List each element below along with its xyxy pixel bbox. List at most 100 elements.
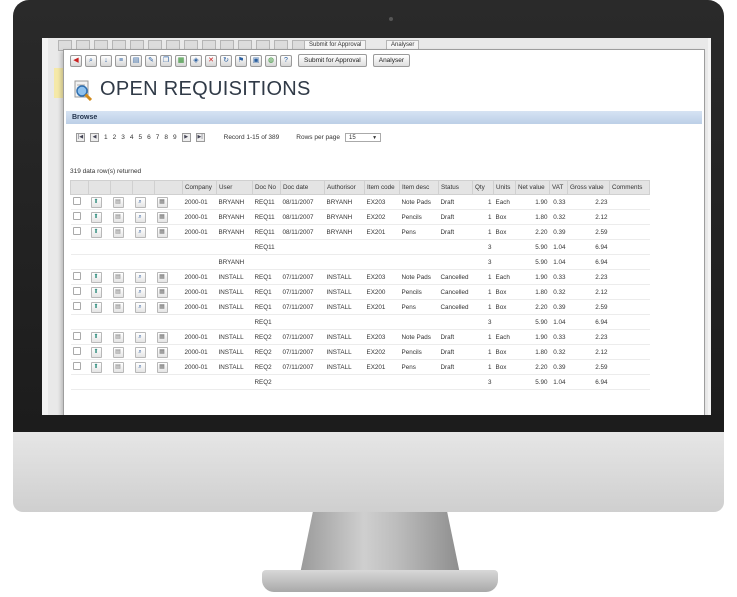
row-checkbox[interactable]: [72, 197, 81, 205]
row-checkbox[interactable]: [72, 287, 81, 295]
refresh-icon[interactable]: ↻: [220, 54, 232, 67]
page-number-link[interactable]: 7: [156, 134, 160, 141]
pin-icon[interactable]: ⬆: [90, 226, 102, 238]
table-row[interactable]: ⬆ ▤ ⌕ ▦ 2000-01 INSTALL REQ2 07/11/2007 INSTALL E…: [70, 359, 650, 375]
page-number-link[interactable]: 3: [121, 134, 125, 141]
magnify-icon[interactable]: ⌕: [134, 286, 146, 298]
image-icon[interactable]: ▦: [156, 361, 168, 373]
column-header-vat[interactable]: VAT: [549, 180, 568, 195]
magnify-icon[interactable]: ⌕: [134, 211, 146, 223]
document-icon[interactable]: ▤: [112, 226, 124, 238]
magnify-icon[interactable]: ⌕: [134, 346, 146, 358]
image-icon[interactable]: ▦: [156, 331, 168, 343]
magnify-icon[interactable]: ⌕: [134, 271, 146, 283]
column-header-gross-value[interactable]: Gross value: [567, 180, 610, 195]
row-checkbox[interactable]: [72, 347, 81, 355]
column-header-company[interactable]: Company: [182, 180, 217, 195]
table-row[interactable]: ⬆ ▤ ⌕ ▦ 2000-01 INSTALL REQ1 07/11/2007 INSTALL E…: [70, 269, 650, 285]
column-header-qty[interactable]: Qty: [472, 180, 494, 195]
edit-icon[interactable]: ✎: [145, 54, 157, 67]
document-icon[interactable]: ▤: [112, 331, 124, 343]
magnify-icon[interactable]: ⌕: [134, 196, 146, 208]
image-icon[interactable]: ▦: [156, 286, 168, 298]
document-icon[interactable]: ▤: [112, 271, 124, 283]
cell-code: EX202: [364, 209, 400, 225]
magnify-icon[interactable]: ⌕: [134, 226, 146, 238]
column-header-authorisor[interactable]: Authorisor: [324, 180, 365, 195]
row-checkbox[interactable]: [72, 272, 81, 280]
report-icon[interactable]: ▣: [250, 54, 262, 67]
column-header-net-value[interactable]: Net value: [515, 180, 550, 195]
pin-icon[interactable]: ⬆: [90, 196, 102, 208]
pin-icon[interactable]: ⬆: [90, 286, 102, 298]
table-row[interactable]: ⬆ ▤ ⌕ ▦ 2000-01 INSTALL REQ1 07/11/2007 INSTALL E…: [70, 284, 650, 300]
pin-icon[interactable]: ⬆: [90, 361, 102, 373]
submit-for-approval-button[interactable]: Submit for Approval: [298, 54, 367, 67]
table-row[interactable]: ⬆ ▤ ⌕ ▦ 2000-01 BRYANH REQ11 08/11/2007 BRYANH EX…: [70, 209, 650, 225]
last-page-button[interactable]: ▶|: [195, 133, 205, 142]
page-number-link[interactable]: 5: [139, 134, 143, 141]
page-number-link[interactable]: 4: [130, 134, 134, 141]
flag-icon[interactable]: ⚑: [235, 54, 247, 67]
document-icon[interactable]: ▤: [112, 361, 124, 373]
column-header-user[interactable]: User: [216, 180, 253, 195]
document-icon[interactable]: ▤: [112, 196, 124, 208]
row-checkbox[interactable]: [72, 332, 81, 340]
row-checkbox[interactable]: [72, 302, 81, 310]
page-number-link[interactable]: 8: [164, 134, 168, 141]
magnify-icon[interactable]: ⌕: [134, 331, 146, 343]
first-page-button[interactable]: |◀: [76, 133, 85, 142]
prev-page-button[interactable]: ◀: [90, 133, 99, 142]
search-icon[interactable]: ⌕: [85, 54, 97, 67]
pin-icon[interactable]: ⬆: [90, 211, 102, 223]
sort-icon[interactable]: ↓: [100, 54, 112, 67]
next-page-button[interactable]: ▶: [181, 133, 191, 142]
cancel-icon[interactable]: ✕: [205, 54, 217, 67]
pin-icon[interactable]: ⬆: [90, 271, 102, 283]
pin-icon[interactable]: ⬆: [90, 301, 102, 313]
page-number-link[interactable]: 2: [113, 134, 117, 141]
attach-icon[interactable]: ◈: [190, 54, 202, 67]
image-icon[interactable]: ▦: [156, 211, 168, 223]
table-row[interactable]: ⬆ ▤ ⌕ ▦ 2000-01 INSTALL REQ2 07/11/2007 INSTALL E…: [70, 344, 650, 360]
help-icon[interactable]: ?: [280, 54, 292, 67]
globe-icon[interactable]: ◍: [265, 54, 277, 67]
image-icon[interactable]: ▦: [156, 271, 168, 283]
column-header-units[interactable]: Units: [493, 180, 516, 195]
export-icon[interactable]: ▦: [175, 54, 187, 67]
image-icon[interactable]: ▦: [156, 346, 168, 358]
column-header-comments[interactable]: Comments: [609, 180, 650, 195]
image-icon[interactable]: ▦: [156, 226, 168, 238]
column-header-item-code[interactable]: Item code: [364, 180, 400, 195]
print-icon[interactable]: ▤: [130, 54, 142, 67]
document-icon[interactable]: ▤: [112, 301, 124, 313]
column-header-doc-date[interactable]: Doc date: [280, 180, 325, 195]
document-icon[interactable]: ▤: [112, 211, 124, 223]
table-row[interactable]: ⬆ ▤ ⌕ ▦ 2000-01 INSTALL REQ1 07/11/2007 INSTALL E…: [70, 299, 650, 315]
copy-icon[interactable]: ❐: [160, 54, 172, 67]
page-number-link[interactable]: 6: [147, 134, 151, 141]
column-header-doc-no[interactable]: Doc No: [252, 180, 281, 195]
image-icon[interactable]: ▦: [156, 196, 168, 208]
pin-icon[interactable]: ⬆: [90, 346, 102, 358]
row-checkbox[interactable]: [72, 212, 81, 220]
table-row[interactable]: ⬆ ▤ ⌕ ▦ 2000-01 BRYANH REQ11 08/11/2007 BRYANH EX…: [70, 224, 650, 240]
pin-icon[interactable]: ⬆: [90, 331, 102, 343]
table-row[interactable]: ⬆ ▤ ⌕ ▦ 2000-01 BRYANH REQ11 08/11/2007 BRYANH EX…: [70, 194, 650, 210]
document-icon[interactable]: ▤: [112, 346, 124, 358]
document-icon[interactable]: ▤: [112, 286, 124, 298]
page-number-link[interactable]: 1: [104, 134, 108, 141]
image-icon[interactable]: ▦: [156, 301, 168, 313]
analyser-button[interactable]: Analyser: [372, 54, 411, 67]
table-row[interactable]: ⬆ ▤ ⌕ ▦ 2000-01 INSTALL REQ2 07/11/2007 INSTALL E…: [70, 329, 650, 345]
magnify-icon[interactable]: ⌕: [134, 301, 146, 313]
row-checkbox[interactable]: [72, 227, 81, 235]
magnify-icon[interactable]: ⌕: [134, 361, 146, 373]
rows-per-page-select[interactable]: 15 ▼: [345, 133, 382, 142]
column-header-status[interactable]: Status: [438, 180, 473, 195]
row-checkbox[interactable]: [72, 362, 81, 370]
list-icon[interactable]: ≡: [115, 54, 127, 67]
page-number-link[interactable]: 9: [173, 134, 177, 141]
column-header-item-desc[interactable]: Item desc: [399, 180, 439, 195]
back-icon[interactable]: ◀: [70, 54, 82, 67]
